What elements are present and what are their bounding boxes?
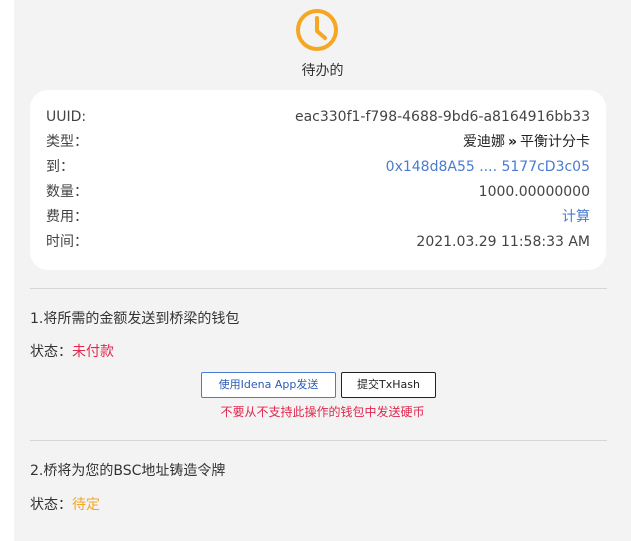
status-label: 待办的 [301, 63, 344, 79]
step2-status: 状态：待定 [30, 494, 100, 514]
time-label: 时间： [46, 234, 88, 250]
step1-status-value: 未付款 [72, 344, 114, 360]
divider [30, 440, 607, 441]
fee-calculate-link[interactable]: 计算 [562, 205, 590, 229]
type-label: 类型： [46, 134, 88, 150]
details-card: UUID: eac330f1-f798-4688-9bd6-a8164916bb… [30, 90, 606, 270]
to-label: 到： [46, 159, 74, 175]
divider [30, 288, 607, 289]
uuid-value: eac330f1-f798-4688-9bd6-a8164916bb33 [294, 109, 590, 125]
amount-row: 数量： 1000.00000000 [46, 180, 590, 204]
to-row: 到： 0x148d8A55 .... 5177cD3c05 [46, 155, 590, 179]
time-value: 2021.03.29 11:58:33 AM [416, 234, 590, 250]
submit-txhash-button[interactable]: 提交TxHash [341, 372, 436, 398]
step1-title: 1.将所需的金额发送到桥梁的钱包 [30, 311, 240, 327]
clock-icon [296, 9, 338, 51]
type-from: 爱迪娜 [462, 134, 505, 150]
fee-row: 费用： 计算 [46, 205, 590, 229]
transaction-panel: 待办的 UUID: eac330f1-f798-4688-9bd6-a81649… [14, 0, 631, 541]
step2-status-value: 待定 [72, 497, 100, 513]
step2-status-label: 状态： [30, 497, 72, 513]
uuid-label: UUID: [46, 109, 87, 125]
to-address-link[interactable]: 0x148d8A55 .... 5177cD3c05 [386, 155, 590, 179]
uuid-row: UUID: eac330f1-f798-4688-9bd6-a8164916bb… [46, 105, 590, 129]
amount-label: 数量： [46, 184, 88, 200]
type-row: 类型： 爱迪娜» 平衡计分卡 [46, 130, 590, 154]
type-value: 爱迪娜» 平衡计分卡 [463, 130, 590, 154]
step2-title: 2.桥将为您的BSC地址铸造令牌 [30, 463, 226, 479]
amount-value: 1000.00000000 [478, 184, 590, 200]
type-to: 平衡计分卡 [520, 134, 590, 150]
time-row: 时间： 2021.03.29 11:58:33 AM [46, 230, 590, 254]
chevron-right-icon: » [507, 134, 517, 150]
warning-text: 不要从不支持此操作的钱包中发送硬币 [220, 405, 425, 419]
step1-status: 状态：未付款 [30, 341, 114, 361]
step1-status-label: 状态： [30, 344, 72, 360]
send-with-idena-app-button[interactable]: 使用Idena App发送 [201, 372, 336, 398]
fee-label: 费用： [46, 209, 88, 225]
